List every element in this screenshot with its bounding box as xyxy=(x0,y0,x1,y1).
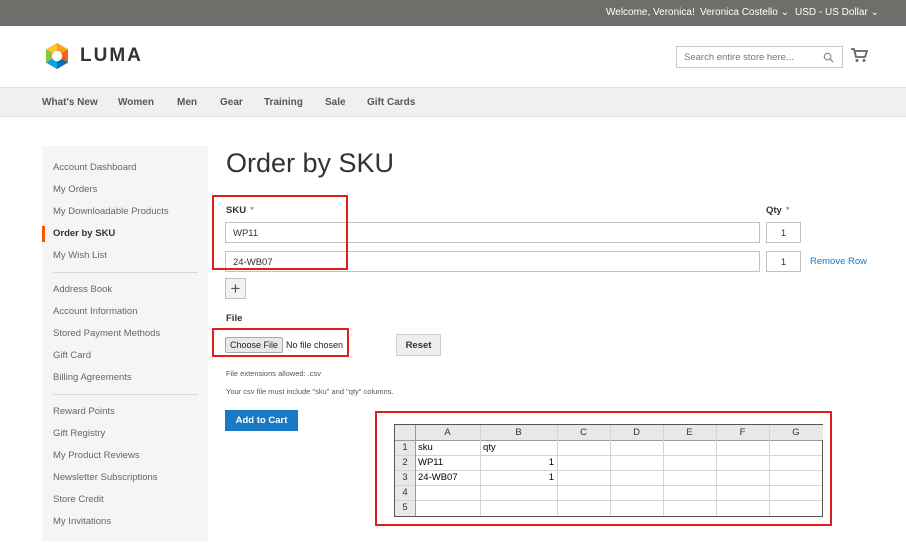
qty-label-text: Qty xyxy=(766,205,782,216)
top-bar: Welcome, Veronica! Veronica Costello ⌄ U… xyxy=(0,0,906,26)
reset-label: Reset xyxy=(405,340,432,351)
sidebar-item-newsletter-subscriptions[interactable]: Newsletter Subscriptions xyxy=(53,472,158,483)
nav-item-gear[interactable]: Gear xyxy=(220,97,243,108)
sidebar-item-my-orders[interactable]: My Orders xyxy=(53,184,97,195)
row-number: 1 xyxy=(395,440,415,455)
sidebar-item-order-by-sku[interactable]: Order by SKU xyxy=(53,228,115,239)
column-header: D xyxy=(610,425,663,440)
qty-input[interactable]: 1 xyxy=(766,251,801,272)
chevron-down-icon: ⌄ xyxy=(870,7,879,18)
grid-line xyxy=(415,425,416,516)
add-to-cart-button[interactable]: Add to Cart xyxy=(225,410,298,431)
row-number: 4 xyxy=(395,485,415,500)
sidebar-divider xyxy=(53,394,198,395)
nav-item-sale[interactable]: Sale xyxy=(325,97,346,108)
column-header: E xyxy=(663,425,716,440)
required-mark: * xyxy=(785,205,790,216)
grid-line xyxy=(610,425,611,516)
sidebar-item-my-product-reviews[interactable]: My Product Reviews xyxy=(53,450,140,461)
search-input[interactable]: Search entire store here... xyxy=(676,46,843,68)
csv-columns-note: Your csv file must include "sku" and "qt… xyxy=(226,387,394,396)
grid-line xyxy=(395,500,822,501)
account-menu[interactable]: Veronica Costello ⌄ xyxy=(700,7,789,18)
sidebar-item-store-credit[interactable]: Store Credit xyxy=(53,494,104,505)
sheet-cell-b2: 1 xyxy=(548,457,554,468)
currency-label: USD - US Dollar xyxy=(795,7,868,18)
highlight-box-sku xyxy=(212,195,348,270)
qty-input-value: 1 xyxy=(780,257,787,268)
nav-item-whats-new[interactable]: What's New xyxy=(42,97,98,108)
sidebar-divider xyxy=(53,272,198,273)
active-item-marker xyxy=(42,226,45,242)
sidebar-item-gift-registry[interactable]: Gift Registry xyxy=(53,428,105,439)
nav-item-gift-cards[interactable]: Gift Cards xyxy=(367,97,415,108)
sidebar-item-account-information[interactable]: Account Information xyxy=(53,306,138,317)
column-header: A xyxy=(415,425,480,440)
sidebar-item-my-downloadable-products[interactable]: My Downloadable Products xyxy=(53,206,169,217)
account-sidebar: Account Dashboard My Orders My Downloada… xyxy=(42,146,208,541)
chevron-down-icon: ⌄ xyxy=(780,7,789,18)
grid-line xyxy=(480,425,481,516)
highlight-box-file xyxy=(212,328,349,357)
nav-item-women[interactable]: Women xyxy=(118,97,154,108)
sheet-cell-b1: qty xyxy=(483,442,496,453)
add-to-cart-label: Add to Cart xyxy=(235,415,288,426)
remove-row-link[interactable]: Remove Row xyxy=(810,256,867,267)
sheet-cell-a2: WP11 xyxy=(418,457,444,468)
sheet-cell-a1: sku xyxy=(418,442,433,453)
page-title: Order by SKU xyxy=(226,148,395,178)
sidebar-item-address-book[interactable]: Address Book xyxy=(53,284,112,295)
file-extensions-note: File extensions allowed: .csv xyxy=(226,369,322,378)
grid-line xyxy=(395,485,822,486)
qty-input[interactable]: 1 xyxy=(766,222,801,243)
grid-line xyxy=(663,425,664,516)
brand-name[interactable]: LUMA xyxy=(80,45,143,67)
column-header: C xyxy=(557,425,610,440)
grid-line xyxy=(716,425,717,516)
file-label: File xyxy=(226,313,243,324)
column-header: B xyxy=(480,425,557,440)
sheet-cell-a3: 24-WB07 xyxy=(418,472,458,483)
qty-input-value: 1 xyxy=(780,228,787,239)
sidebar-item-stored-payment-methods[interactable]: Stored Payment Methods xyxy=(53,328,160,339)
sheet-corner xyxy=(395,425,415,440)
grid-line xyxy=(557,425,558,516)
nav-item-training[interactable]: Training xyxy=(264,97,303,108)
reset-button[interactable]: Reset xyxy=(396,334,441,356)
csv-spreadsheet: A B C D E F G 1 2 3 4 5 sku qty WP11 1 2… xyxy=(394,424,823,517)
row-number: 2 xyxy=(395,455,415,470)
cart-icon[interactable] xyxy=(850,47,868,63)
sidebar-item-gift-card[interactable]: Gift Card xyxy=(53,350,91,361)
qty-label: Qty * xyxy=(766,205,790,216)
main-navigation: What's New Women Men Gear Training Sale … xyxy=(0,87,906,117)
row-number: 5 xyxy=(395,500,415,516)
add-row-button[interactable]: + xyxy=(225,278,246,299)
account-name: Veronica Costello xyxy=(700,7,778,18)
currency-switcher[interactable]: USD - US Dollar ⌄ xyxy=(795,7,879,18)
welcome-message: Welcome, Veronica! xyxy=(606,7,695,18)
row-number: 3 xyxy=(395,470,415,485)
sheet-cell-b3: 1 xyxy=(548,472,554,483)
sidebar-item-account-dashboard[interactable]: Account Dashboard xyxy=(53,162,136,173)
column-header: G xyxy=(769,425,823,440)
sidebar-item-my-invitations[interactable]: My Invitations xyxy=(53,516,111,527)
sidebar-item-reward-points[interactable]: Reward Points xyxy=(53,406,115,417)
column-header: F xyxy=(716,425,769,440)
nav-item-men[interactable]: Men xyxy=(177,97,197,108)
search-icon[interactable] xyxy=(823,52,834,63)
grid-line xyxy=(769,425,770,516)
plus-icon: + xyxy=(230,279,241,298)
search-placeholder: Search entire store here... xyxy=(684,52,794,63)
luma-logo-icon[interactable] xyxy=(42,41,72,71)
sidebar-item-billing-agreements[interactable]: Billing Agreements xyxy=(53,372,132,383)
sidebar-item-my-wish-list[interactable]: My Wish List xyxy=(53,250,107,261)
